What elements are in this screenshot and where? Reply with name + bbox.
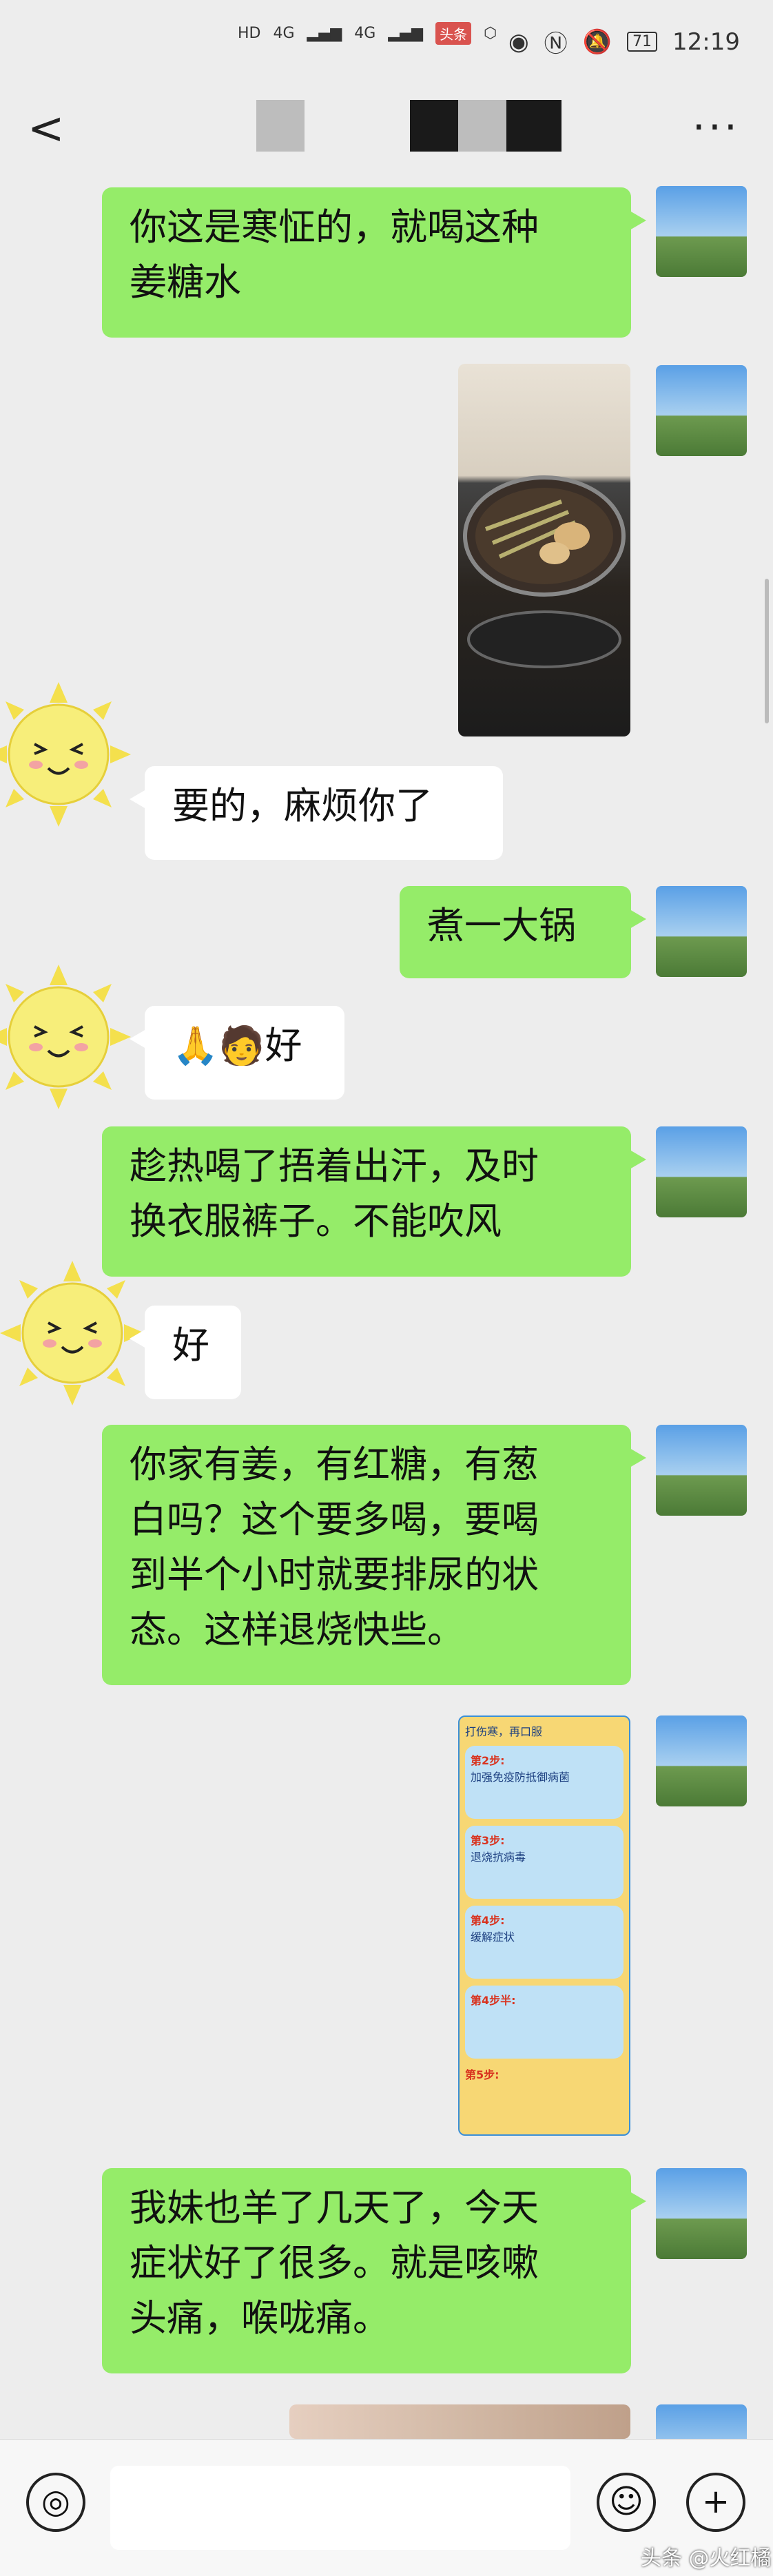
- voice-icon[interactable]: ◎: [26, 2473, 85, 2532]
- message-bubble[interactable]: 我妹也羊了几天了，今天 症状好了很多。就是咳嗽 头痛，喉咙痛。: [102, 2168, 646, 2373]
- message-bubble[interactable]: 好: [130, 1306, 241, 1399]
- chat-header: < ···: [0, 83, 773, 172]
- infographic-line: 第3步:: [471, 1834, 505, 1847]
- chat-image-partial[interactable]: [289, 2404, 630, 2439]
- app-badge: 头条: [435, 22, 472, 45]
- infographic-line: 加强免疫防抵御病菌: [471, 1771, 570, 1784]
- blurred-title-block-1: [410, 100, 458, 152]
- avatar[interactable]: [656, 365, 747, 456]
- signal-icon: ▂▄▆: [307, 25, 342, 42]
- sun-avatar[interactable]: [0, 1261, 145, 1405]
- message-bubble[interactable]: 🙏🧑好: [130, 1006, 344, 1100]
- nfc-icon: Ⓝ: [544, 30, 568, 58]
- chat-image-pot[interactable]: [458, 364, 630, 736]
- eye-icon: ◉: [508, 28, 529, 56]
- infographic-line: 第5步:: [465, 2068, 499, 2081]
- clock: 12:19: [672, 28, 740, 56]
- watermark: 头条 @火红橘: [641, 2546, 772, 2570]
- infographic-step: 第4步半:: [465, 1986, 623, 2059]
- message-bubble[interactable]: 你家有姜，有红糖，有葱 白吗？这个要多喝，要喝 到半个小时就要排尿的状 态。这样…: [102, 1425, 646, 1685]
- avatar[interactable]: [656, 186, 747, 277]
- infographic-line: 第4步:: [471, 1914, 505, 1927]
- chat-image-infographic[interactable]: 打伤寒，再口服 第2步: 加强免疫防抵御病菌 第3步: 退烧抗病毒 第4步: 缓…: [458, 1715, 630, 2136]
- infographic-line: 退烧抗病毒: [471, 1851, 526, 1864]
- hd-indicator: HD: [238, 25, 261, 42]
- more-options-button[interactable]: ···: [692, 103, 740, 152]
- infographic-line: 第2步:: [471, 1754, 505, 1767]
- chat-messages: 你这是寒怔的，就喝这种 姜糖水 要的，麻烦你了 煮一大锅 🙏🧑好 趁热喝了捂着出…: [0, 172, 773, 2495]
- plus-icon[interactable]: +: [686, 2473, 745, 2532]
- infographic-step: 第2步: 加强免疫防抵御病菌: [465, 1746, 623, 1819]
- message-bubble[interactable]: 你这是寒怔的，就喝这种 姜糖水: [102, 187, 646, 338]
- avatar[interactable]: [656, 886, 747, 977]
- infographic-step: 第4步: 缓解症状: [465, 1906, 623, 1979]
- blurred-contact-name: [256, 100, 305, 152]
- scrollbar[interactable]: [765, 579, 769, 723]
- hexagon-icon: ⬡: [484, 25, 497, 42]
- sun-avatar[interactable]: [0, 965, 131, 1109]
- infographic-line: 缓解症状: [471, 1930, 515, 1944]
- status-right: ◉ Ⓝ 🔕 71 12:19: [508, 25, 740, 59]
- network-4g-1: 4G: [273, 25, 295, 42]
- pot-illustration: [463, 475, 626, 668]
- chevron-left-icon[interactable]: <: [28, 103, 65, 154]
- avatar[interactable]: [656, 1715, 747, 1806]
- network-indicators: HD 4G ▂▄▆ 4G ▂▄▆ 头条 ⬡: [238, 22, 497, 45]
- mute-icon: 🔕: [582, 28, 612, 56]
- infographic-line: 打伤寒，再口服: [465, 1725, 543, 1738]
- blurred-title-block-3: [506, 100, 561, 152]
- battery-indicator: 71: [627, 32, 658, 52]
- sun-avatar[interactable]: [0, 682, 131, 827]
- avatar[interactable]: [656, 1126, 747, 1217]
- infographic-step: 第3步: 退烧抗病毒: [465, 1826, 623, 1899]
- blurred-title-block-2: [458, 100, 506, 152]
- message-bubble[interactable]: 趁热喝了捂着出汗，及时 换衣服裤子。不能吹风: [102, 1126, 646, 1277]
- avatar[interactable]: [656, 1425, 747, 1516]
- network-4g-2: 4G: [354, 25, 376, 42]
- status-bar: HD 4G ▂▄▆ 4G ▂▄▆ 头条 ⬡ ◉ Ⓝ 🔕 71 12:19: [0, 0, 773, 83]
- emoji-icon[interactable]: ☺: [597, 2473, 656, 2532]
- message-bubble[interactable]: 煮一大锅: [400, 886, 646, 978]
- message-bubble[interactable]: 要的，麻烦你了: [130, 766, 503, 860]
- avatar[interactable]: [656, 2168, 747, 2259]
- message-input[interactable]: [110, 2466, 570, 2550]
- infographic-line: 第4步半:: [471, 1994, 516, 2007]
- signal-icon-2: ▂▄▆: [388, 25, 424, 42]
